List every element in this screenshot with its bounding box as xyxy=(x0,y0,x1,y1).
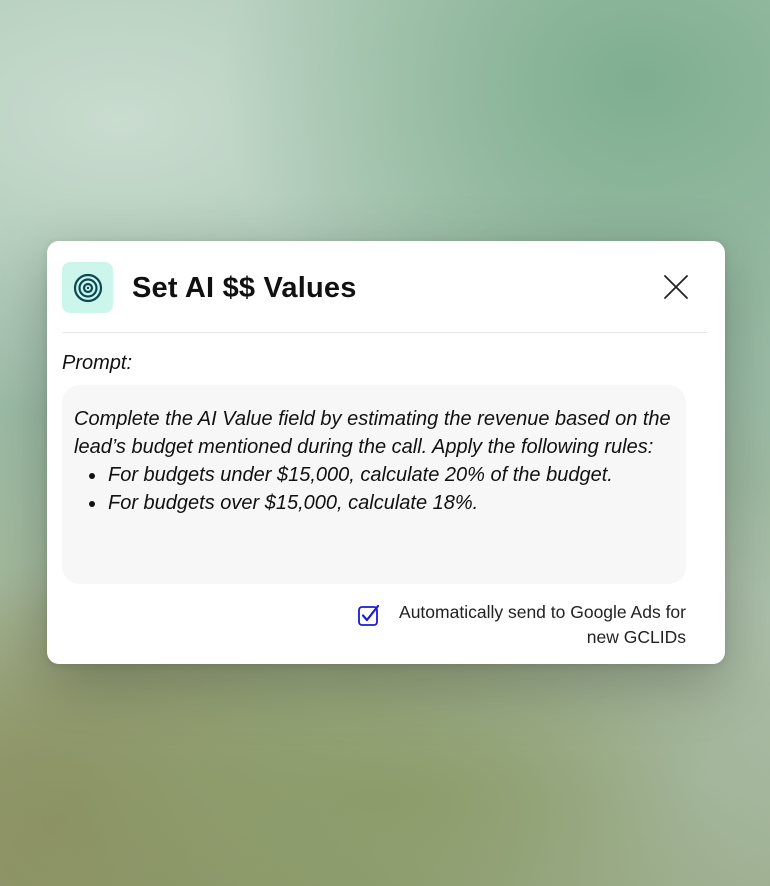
target-icon xyxy=(73,273,102,302)
prompt-text-box[interactable]: Complete the AI Value field by estimatin… xyxy=(62,385,686,584)
prompt-rules-list: For budgets under $15,000, calculate 20%… xyxy=(74,461,674,517)
prompt-rule-item: For budgets over $15,000, calculate 18%. xyxy=(74,489,674,517)
auto-send-checkbox[interactable] xyxy=(358,604,380,626)
checkbox-checked-icon xyxy=(358,604,380,626)
prompt-intro: Complete the AI Value field by estimatin… xyxy=(74,408,671,458)
prompt-label: Prompt: xyxy=(62,352,133,374)
close-button[interactable] xyxy=(661,272,691,302)
dialog-logo xyxy=(62,262,113,313)
auto-send-option: Automatically send to Google Ads for new… xyxy=(358,600,686,650)
set-ai-values-dialog: Set AI $$ Values Prompt: Complete the AI… xyxy=(47,241,725,664)
dialog-title: Set AI $$ Values xyxy=(132,272,357,304)
prompt-rule-item: For budgets under $15,000, calculate 20%… xyxy=(74,461,674,489)
close-icon xyxy=(664,275,688,299)
dialog-header: Set AI $$ Values xyxy=(62,262,707,333)
auto-send-label: Automatically send to Google Ads for new… xyxy=(399,602,686,647)
